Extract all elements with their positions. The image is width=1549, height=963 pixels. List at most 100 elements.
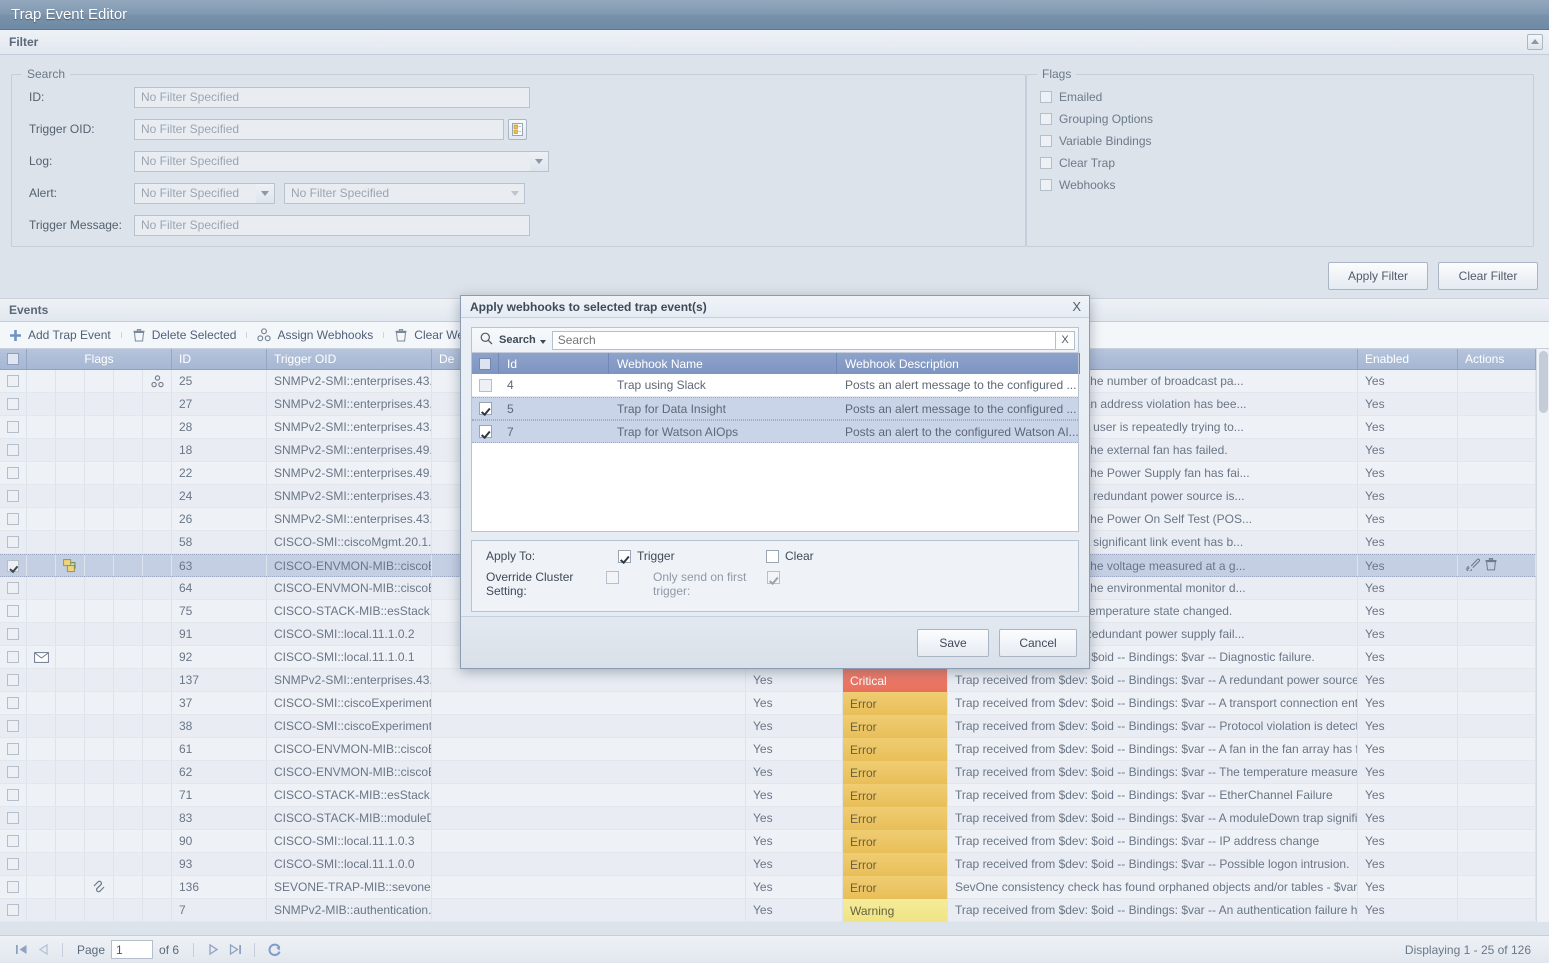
column-header-trigger-oid[interactable]: Trigger OID xyxy=(267,349,432,369)
table-row[interactable]: 7 SNMPv2-MIB::authentication... Yes Warning… xyxy=(0,899,1549,922)
only-first-trigger-checkbox[interactable] xyxy=(767,571,780,584)
row-checkbox[interactable] xyxy=(7,398,19,410)
row-checkbox[interactable] xyxy=(7,812,19,824)
trigger-checkbox[interactable] xyxy=(618,549,631,563)
row-checkbox[interactable] xyxy=(7,444,19,456)
row-checkbox[interactable] xyxy=(7,651,19,663)
last-page-icon[interactable] xyxy=(224,939,246,961)
row-checkbox[interactable] xyxy=(7,789,19,801)
row-select-cell[interactable] xyxy=(0,853,27,875)
next-page-icon[interactable] xyxy=(202,939,224,961)
grid-vertical-scrollbar[interactable] xyxy=(1536,349,1549,922)
table-row[interactable]: 136 SEVONE-TRAP-MIB::sevoneT... Yes Error Se… xyxy=(0,876,1549,899)
row-select-cell[interactable] xyxy=(0,577,27,599)
webhook-search-input[interactable] xyxy=(551,330,1056,350)
trigger-option[interactable]: Trigger xyxy=(618,549,766,563)
webhook-row[interactable]: 7 Trap for Watson AIOps Posts an alert to … xyxy=(472,420,1079,443)
table-row[interactable]: 37 CISCO-SMI::ciscoExperiment... Yes Error T… xyxy=(0,692,1549,715)
webhook-select-all-checkbox[interactable] xyxy=(479,357,491,370)
row-select-cell[interactable] xyxy=(0,508,27,530)
row-checkbox[interactable] xyxy=(7,375,19,387)
column-header-id[interactable]: ID xyxy=(172,349,267,369)
row-checkbox[interactable] xyxy=(7,674,19,686)
clear-checkbox[interactable] xyxy=(766,549,779,563)
row-select-cell[interactable] xyxy=(0,370,27,392)
row-select-cell[interactable] xyxy=(0,555,27,576)
log-combo[interactable] xyxy=(134,150,549,172)
row-checkbox[interactable] xyxy=(7,720,19,732)
oid-browser-icon[interactable] xyxy=(508,118,527,140)
assign-webhooks-button[interactable]: Assign Webhooks xyxy=(257,328,385,342)
row-select-cell[interactable] xyxy=(0,738,27,760)
chevron-down-icon[interactable] xyxy=(256,182,275,204)
row-checkbox[interactable] xyxy=(7,490,19,502)
row-select-cell[interactable] xyxy=(0,807,27,829)
row-select-cell[interactable] xyxy=(0,439,27,461)
table-row[interactable]: 61 CISCO-ENVMON-MIB::ciscoE... Yes Error Tra… xyxy=(0,738,1549,761)
column-header-actions[interactable]: Actions xyxy=(1458,349,1536,369)
webhook-row[interactable]: 4 Trap using Slack Posts an alert message … xyxy=(472,374,1078,397)
row-checkbox[interactable] xyxy=(7,628,19,640)
webhook-column-id[interactable]: Id xyxy=(499,353,609,374)
flag-emailed[interactable]: Emailed xyxy=(1027,86,1533,108)
flag-variable-bindings[interactable]: Variable Bindings xyxy=(1027,130,1533,152)
chevron-down-icon[interactable] xyxy=(539,333,546,347)
select-all-header[interactable] xyxy=(0,349,27,369)
webhook-select-all-header[interactable] xyxy=(472,353,499,374)
grid-scroll-thumb[interactable] xyxy=(1539,351,1548,413)
save-button[interactable]: Save xyxy=(917,628,989,657)
trigger-oid-input[interactable] xyxy=(134,118,504,140)
cancel-button[interactable]: Cancel xyxy=(999,628,1077,657)
row-select-cell[interactable] xyxy=(0,899,27,921)
clear-trap-checkbox[interactable] xyxy=(1040,157,1052,169)
row-select-cell[interactable] xyxy=(0,600,27,622)
flag-grouping-options[interactable]: Grouping Options xyxy=(1027,108,1533,130)
chevron-up-icon[interactable] xyxy=(1527,34,1543,50)
search-dropdown-label[interactable]: Search xyxy=(499,334,536,346)
table-row[interactable]: 83 CISCO-STACK-MIB::moduleD... Yes Error Tra… xyxy=(0,807,1549,830)
emailed-checkbox[interactable] xyxy=(1040,91,1052,103)
edit-icon[interactable] xyxy=(1466,557,1481,574)
override-cluster-checkbox[interactable] xyxy=(606,571,619,584)
row-select-cell[interactable] xyxy=(0,830,27,852)
webhook-column-name[interactable]: Webhook Name xyxy=(609,353,837,374)
row-select-cell[interactable] xyxy=(0,669,27,691)
refresh-icon[interactable] xyxy=(263,939,285,961)
column-header-flags[interactable]: Flags xyxy=(27,349,172,369)
trigger-message-input[interactable] xyxy=(134,214,530,236)
row-checkbox[interactable] xyxy=(7,697,19,709)
alert-input[interactable] xyxy=(134,182,256,204)
add-trap-event-button[interactable]: Add Trap Event xyxy=(8,328,122,342)
page-number-input[interactable] xyxy=(111,940,154,959)
webhook-column-description[interactable]: Webhook Description xyxy=(837,353,1080,374)
chevron-down-icon[interactable] xyxy=(530,150,549,172)
table-row[interactable]: 38 CISCO-SMI::ciscoExperiment... Yes Error T… xyxy=(0,715,1549,738)
flag-clear-trap[interactable]: Clear Trap xyxy=(1027,152,1533,174)
table-row[interactable]: 71 CISCO-STACK-MIB::esStack.... Yes Error Tr… xyxy=(0,784,1549,807)
table-row[interactable]: 90 CISCO-SMI::local.11.1.0.3 Yes Error Trap … xyxy=(0,830,1549,853)
row-checkbox[interactable] xyxy=(7,766,19,778)
first-page-icon[interactable] xyxy=(10,939,32,961)
row-checkbox[interactable] xyxy=(7,582,19,594)
row-checkbox[interactable] xyxy=(7,904,19,916)
variable-bindings-checkbox[interactable] xyxy=(1040,135,1052,147)
row-select-cell[interactable] xyxy=(0,416,27,438)
clear-filter-button[interactable]: Clear Filter xyxy=(1438,262,1538,290)
row-checkbox[interactable] xyxy=(7,605,19,617)
row-select-cell[interactable] xyxy=(0,876,27,898)
flag-webhooks[interactable]: Webhooks xyxy=(1027,174,1533,196)
webhook-row-checkbox[interactable] xyxy=(479,425,492,438)
webhook-row-checkbox[interactable] xyxy=(479,402,492,415)
row-select-cell[interactable] xyxy=(0,715,27,737)
clear-option[interactable]: Clear xyxy=(766,549,814,563)
webhook-row[interactable]: 5 Trap for Data Insight Posts an alert mes… xyxy=(472,397,1078,420)
webhook-row-select-cell[interactable] xyxy=(472,398,499,419)
log-input[interactable] xyxy=(134,150,530,172)
webhooks-checkbox[interactable] xyxy=(1040,179,1052,191)
prev-page-icon[interactable] xyxy=(32,939,54,961)
row-checkbox[interactable] xyxy=(7,467,19,479)
row-checkbox[interactable] xyxy=(7,513,19,525)
row-checkbox[interactable] xyxy=(7,858,19,870)
delete-icon[interactable] xyxy=(1485,557,1497,574)
table-row[interactable]: 62 CISCO-ENVMON-MIB::ciscoE... Yes Error Tra… xyxy=(0,761,1549,784)
